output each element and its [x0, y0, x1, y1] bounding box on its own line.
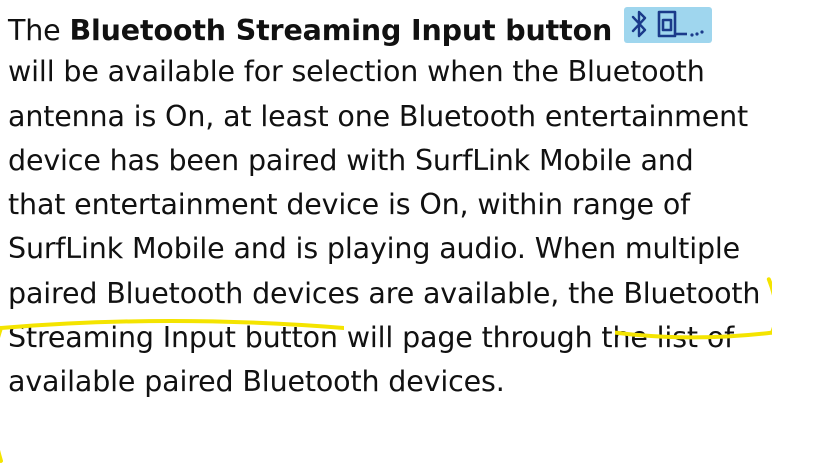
document-paragraph: The Bluetooth Streaming Input button wil… [8, 6, 813, 405]
text-line-9: available paired Bluetooth devices. [8, 365, 505, 399]
highlighted-term-bluetooth: Bluetooth [623, 272, 760, 316]
highlighted-text: Streaming Input button [8, 321, 338, 355]
highlighted-text: Bluetooth [623, 276, 761, 310]
line8-suffix: will page through the list of [337, 321, 734, 355]
bluetooth-streaming-input-button-term: Bluetooth Streaming Input button [69, 14, 613, 47]
text-line-8: Streaming Input button will page through… [8, 316, 813, 360]
text-line-1: The Bluetooth Streaming Input button [8, 6, 813, 50]
text-line-3: antenna is On, at least one Bluetooth en… [8, 99, 749, 133]
text-line-2: will be available for selection when the… [8, 55, 705, 89]
line7-prefix: paired Bluetooth devices are available, … [8, 276, 624, 310]
bluetooth-streaming-input-icon [624, 7, 713, 43]
line1-prefix: The [8, 14, 70, 47]
highlighted-term-streaming-input-button: Streaming Input button [8, 316, 338, 360]
text-line-7: paired Bluetooth devices are available, … [8, 272, 813, 316]
text-line-6: SurfLink Mobile and is playing audio. Wh… [8, 232, 741, 266]
text-line-4: device has been paired with SurfLink Mob… [8, 143, 694, 177]
text-line-5: that entertainment device is On, within … [8, 188, 690, 222]
